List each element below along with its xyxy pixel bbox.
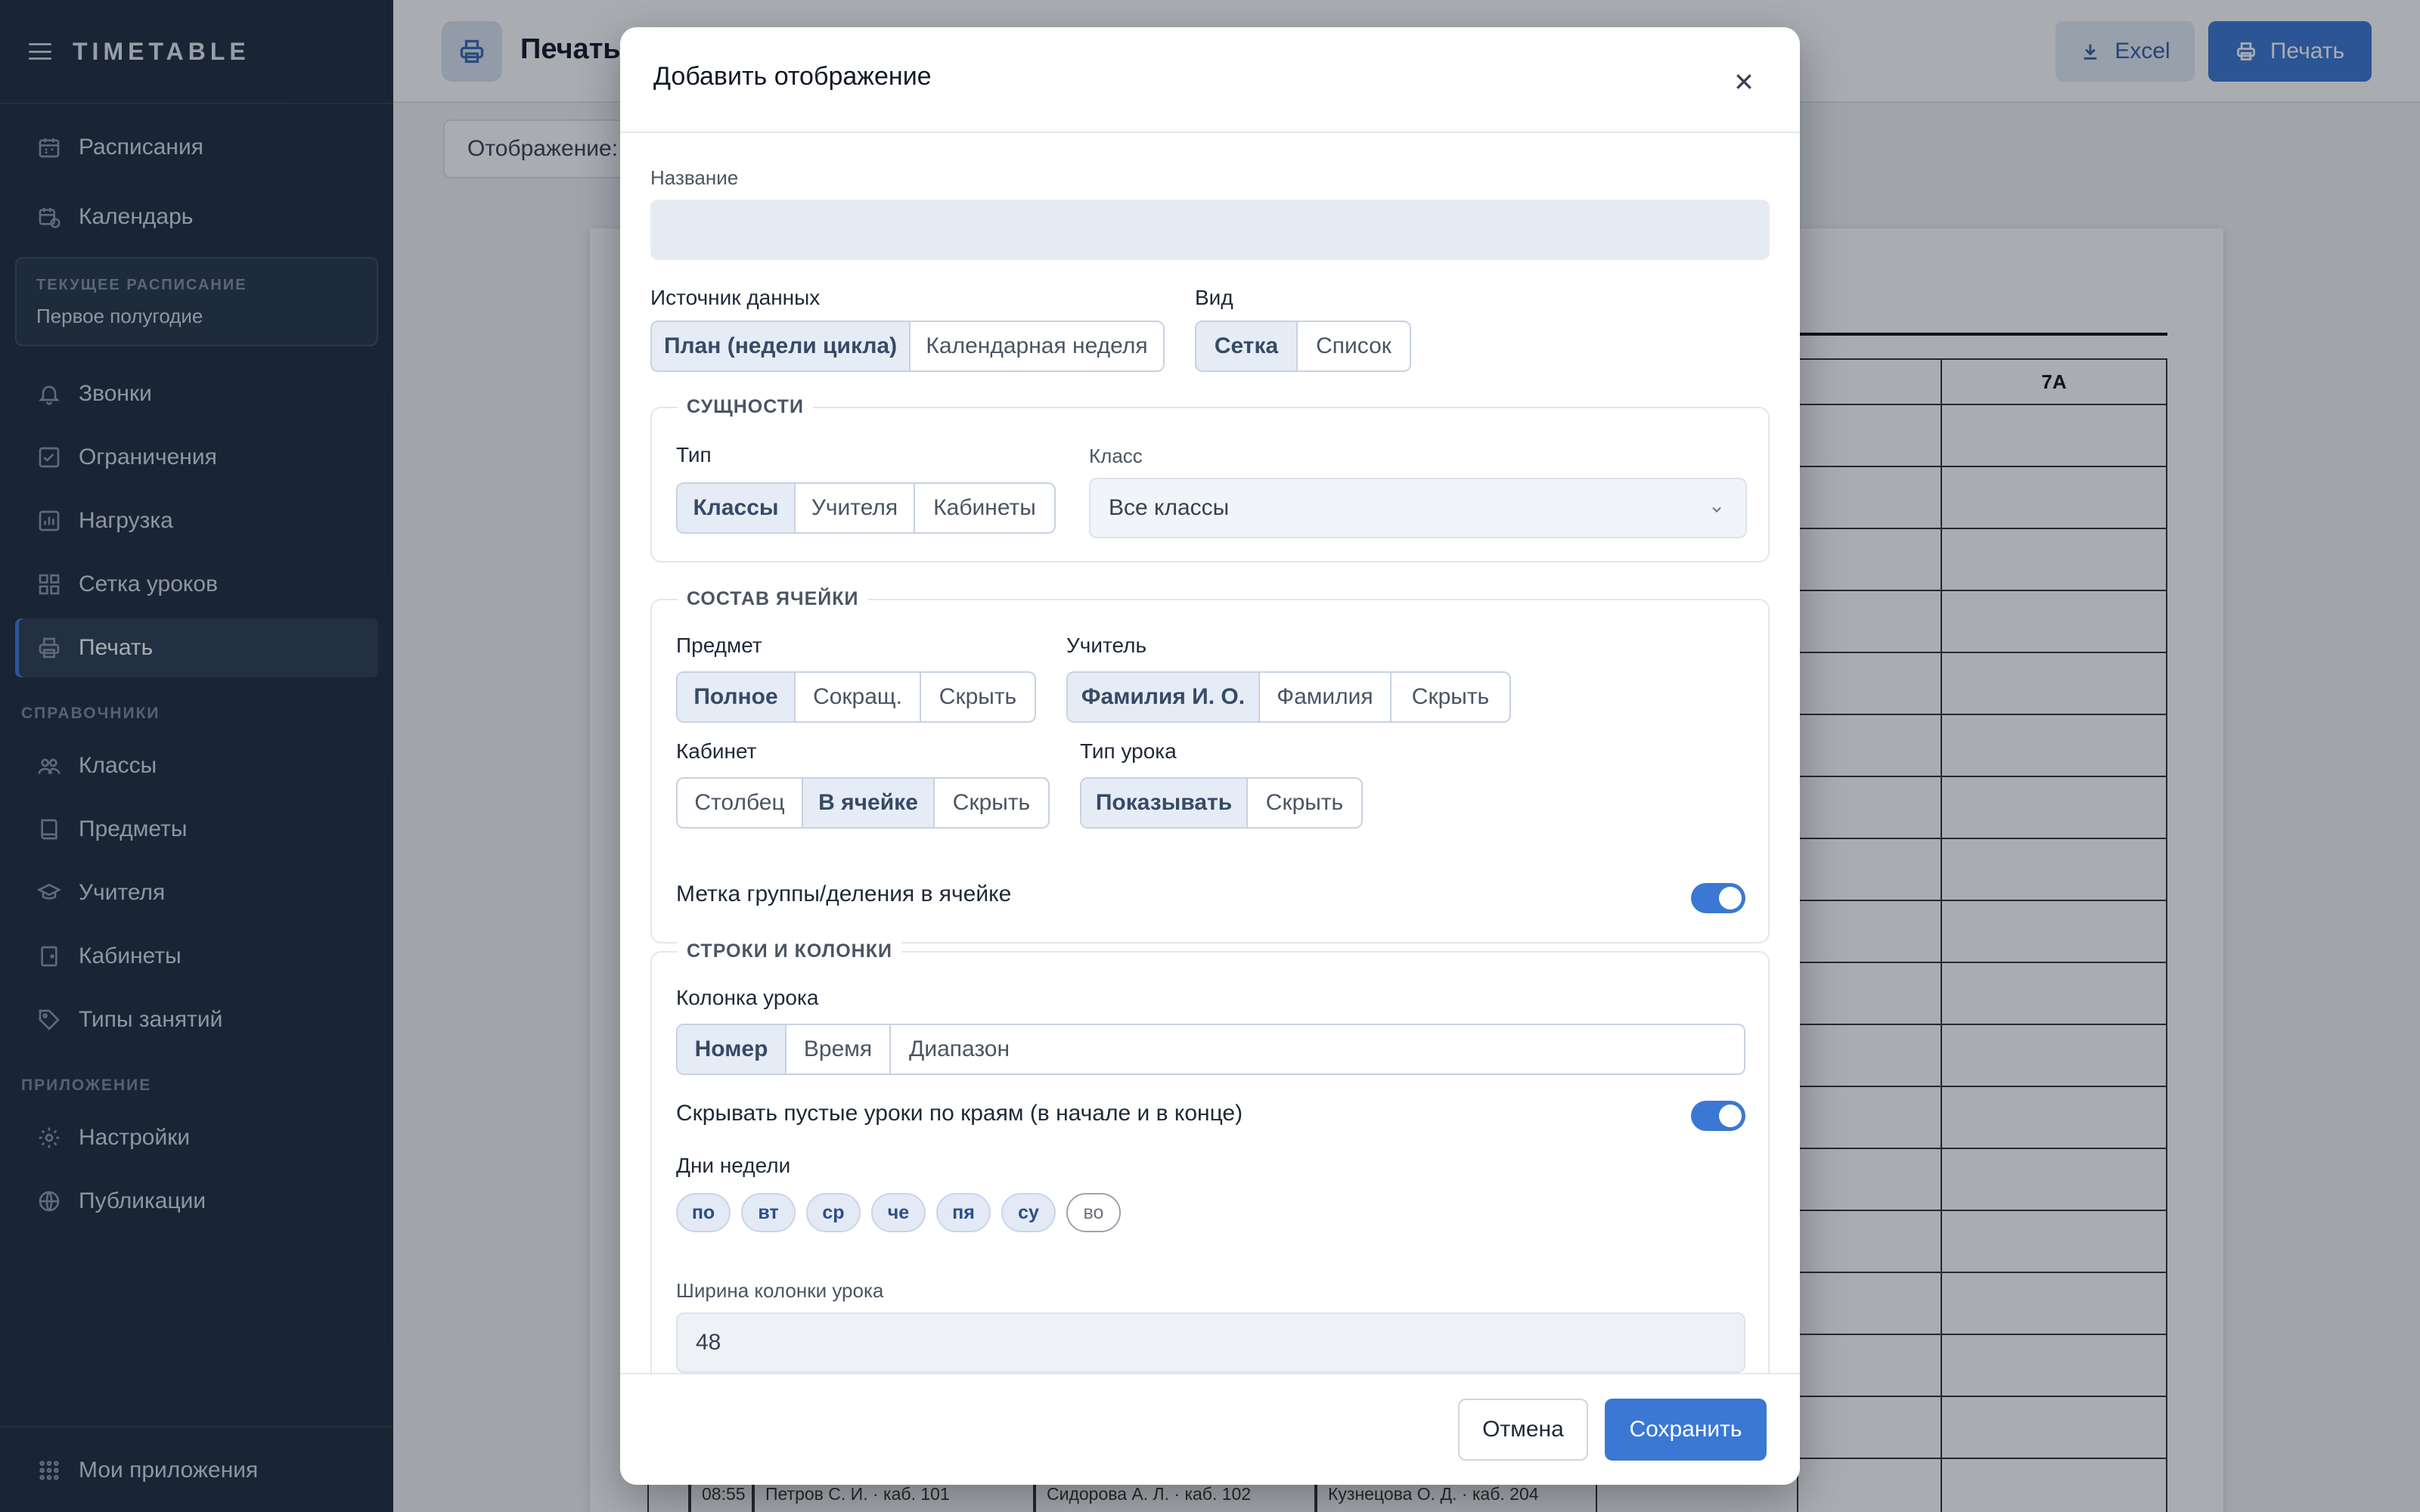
name-input[interactable] [650,200,1770,260]
lesson-column-option-number[interactable]: Номер [678,1025,786,1074]
cell-composition-group: СОСТАВ ЯЧЕЙКИ Предмет Полное Сокращ. Скр… [650,588,1770,943]
hide-empty-toggle[interactable] [1691,1101,1745,1131]
lesson-type-option-hide[interactable]: Скрыть [1248,779,1361,827]
subject-option-short[interactable]: Сокращ. [796,673,921,721]
room-label: Кабинет [676,739,757,763]
weekdays-chips: по вт ср че пя су во [676,1193,1121,1232]
lesson-column-label: Колонка урока [676,986,819,1009]
rows-columns-group: СТРОКИ И КОЛОНКИ Колонка урока Номер Вре… [650,940,1770,1397]
subject-option-full[interactable]: Полное [678,673,796,721]
chevron-down-icon [1712,507,1721,513]
type-option-classes[interactable]: Классы [678,484,796,532]
day-chip-sat[interactable]: су [1001,1193,1056,1232]
col-width-value: 48 [696,1330,721,1355]
source-option-plan[interactable]: План (недели цикла) [652,322,911,370]
day-chip-sun[interactable]: во [1066,1193,1121,1232]
lesson-type-option-show[interactable]: Показывать [1081,779,1248,827]
cancel-button[interactable]: Отмена [1458,1399,1588,1461]
lesson-column-segmented: Номер Время Диапазон [676,1024,1745,1075]
type-option-teachers[interactable]: Учителя [796,484,915,532]
weekdays-label: Дни недели [676,1154,791,1177]
dialog-header: Добавить отображение [620,27,1800,133]
class-label: Класс [1089,445,1143,467]
day-chip-mon[interactable]: по [676,1193,731,1232]
col-width-label: Ширина колонки урока [676,1279,884,1302]
rows-legend: СТРОКИ И КОЛОНКИ [678,940,901,962]
source-segmented: План (недели цикла) Календарная неделя [650,321,1165,372]
name-label: Название [650,166,739,189]
teacher-option-hide[interactable]: Скрыть [1392,673,1509,721]
room-option-in-cell[interactable]: В ячейке [803,779,935,827]
hide-empty-label: Скрывать пустые уроки по краям (в начале… [676,1101,1243,1126]
teacher-option-full-name[interactable]: Фамилия И. О. [1068,673,1260,721]
lesson-type-label: Тип урока [1080,739,1177,763]
subject-segmented: Полное Сокращ. Скрыть [676,671,1036,723]
dialog-title: Добавить отображение [653,62,932,91]
day-chip-fri[interactable]: пя [936,1193,991,1232]
type-label: Тип [676,443,712,466]
view-option-list[interactable]: Список [1298,322,1410,370]
room-option-hide[interactable]: Скрыть [935,779,1048,827]
teacher-label: Учитель [1066,634,1147,657]
group-mark-label: Метка группы/деления в ячейке [676,881,1012,906]
source-option-calendar-week[interactable]: Календарная неделя [911,322,1163,370]
day-chip-thu[interactable]: че [871,1193,926,1232]
lesson-column-option-time[interactable]: Время [786,1025,891,1074]
subject-option-hide[interactable]: Скрыть [921,673,1035,721]
class-select[interactable]: Все классы [1089,478,1747,538]
teacher-option-surname[interactable]: Фамилия [1260,673,1392,721]
room-segmented: Столбец В ячейке Скрыть [676,777,1050,829]
entities-legend: СУЩНОСТИ [678,396,813,418]
source-label: Источник данных [650,286,821,309]
view-label: Вид [1195,286,1233,309]
cell-legend: СОСТАВ ЯЧЕЙКИ [678,588,868,610]
col-width-input[interactable]: 48 [676,1312,1745,1373]
day-chip-tue[interactable]: вт [741,1193,796,1232]
entities-group: СУЩНОСТИ Тип Классы Учителя Кабинеты Кла… [650,396,1770,562]
room-option-column[interactable]: Столбец [678,779,803,827]
teacher-segmented: Фамилия И. О. Фамилия Скрыть [1066,671,1511,723]
entity-type-segmented: Классы Учителя Кабинеты [676,482,1056,534]
view-option-grid[interactable]: Сетка [1196,322,1298,370]
lesson-type-segmented: Показывать Скрыть [1080,777,1363,829]
view-segmented: Сетка Список [1195,321,1411,372]
group-mark-toggle[interactable] [1691,883,1745,913]
subject-label: Предмет [676,634,762,657]
save-button[interactable]: Сохранить [1605,1399,1767,1461]
close-icon[interactable] [1727,65,1761,98]
day-chip-wed[interactable]: ср [806,1193,861,1232]
class-select-value: Все классы [1109,495,1230,520]
lesson-column-option-range[interactable]: Диапазон [891,1025,1744,1074]
type-option-rooms[interactable]: Кабинеты [915,484,1054,532]
add-display-dialog: Добавить отображение Название Источник д… [620,27,1800,1485]
